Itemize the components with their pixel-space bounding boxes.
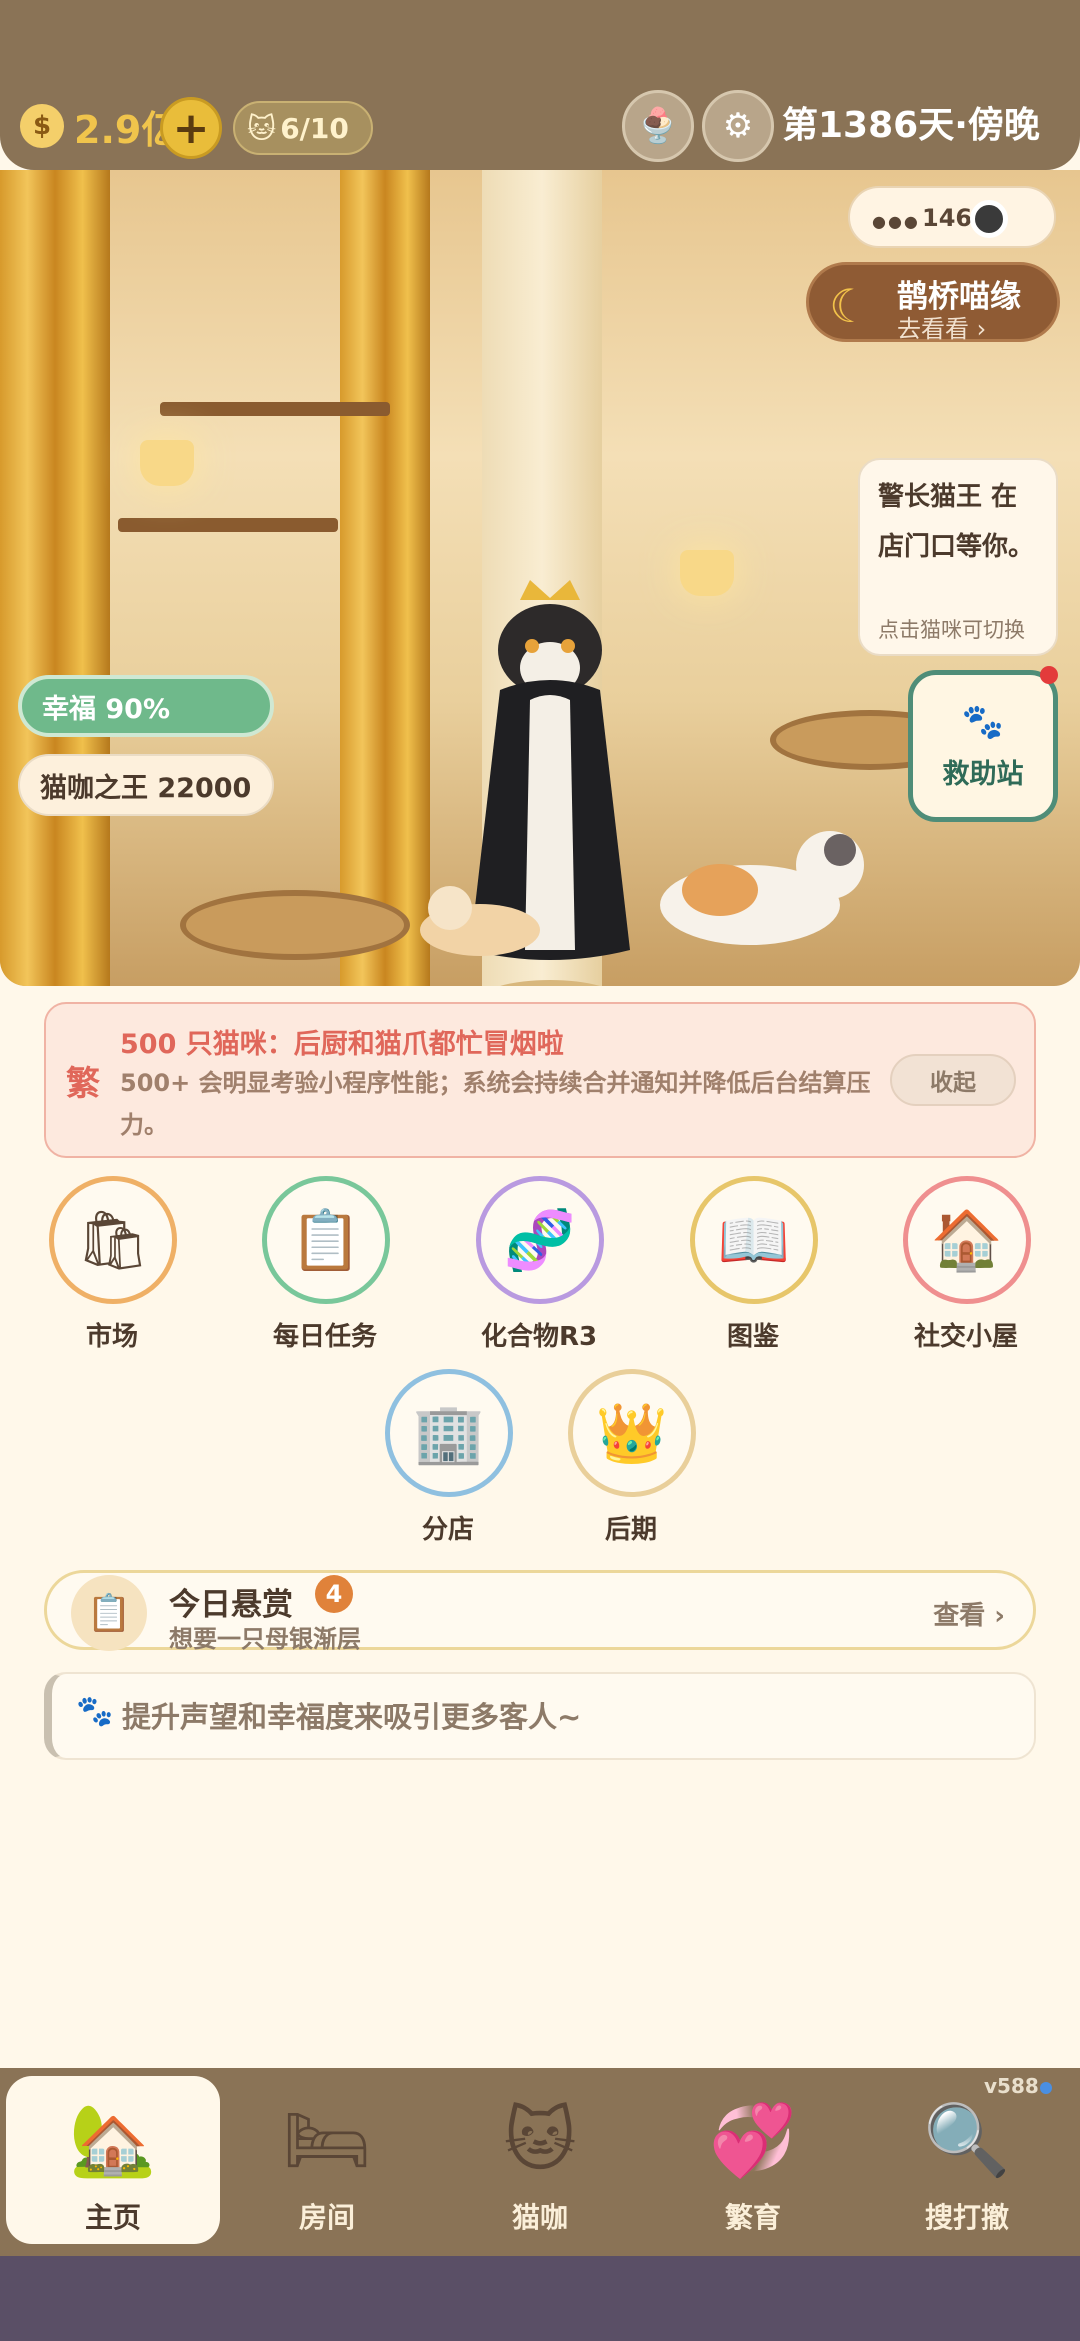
speech-bubble[interactable]: 警长猫王 在店门口等你。 点击猫咪可切换 (858, 458, 1058, 656)
bounty-request: 想要一只母银渐层 (169, 1625, 361, 1653)
feature-label: 分店 (421, 1515, 474, 1545)
cat-face-icon: 🐱 (247, 111, 277, 145)
building-icon: 🏢 (385, 1369, 513, 1497)
tab-breeding[interactable]: 💞 繁育 (646, 2076, 860, 2244)
curtain-tie (340, 170, 430, 986)
breeding-icon: 💞 (709, 2098, 797, 2181)
rescue-station-button[interactable]: 🐾 救助站 (908, 670, 1058, 822)
moon-icon: ☾ (829, 279, 871, 333)
feature-label: 市场 (85, 1322, 138, 1352)
online-count-value: 146 (922, 204, 973, 232)
crown-icon: 👑 (568, 1369, 696, 1497)
notice-tag: 繁 (66, 1064, 100, 1104)
magnifier-icon: 🔍 (923, 2098, 1011, 2181)
daily-bounty[interactable]: 📋 今日悬赏 4 想要一只母银渐层 查看 › (44, 1570, 1036, 1653)
house-icon: 🏠 (903, 1176, 1031, 1304)
bounty-title: 今日悬赏 (169, 1587, 293, 1623)
feature-label: 化合物R3 (480, 1322, 598, 1352)
feature-compound-r3[interactable]: 🧬 化合物R3 (432, 1176, 646, 1366)
crown-icon (520, 580, 580, 600)
system-bar (0, 2256, 1080, 2341)
drink-button[interactable]: 🍨 (622, 90, 694, 162)
feature-catalog[interactable]: 📖 图鉴 (646, 1176, 860, 1366)
cat-count-value: 6/10 (280, 111, 349, 145)
coin-balance: $ 2.9亿 (20, 98, 179, 154)
left-curtain (0, 170, 110, 986)
cat-cup-icon: 🐱 (503, 2099, 577, 2181)
money-bag-icon: $ (20, 104, 64, 148)
tab-search-raid[interactable]: 🔍 搜打撤 (860, 2076, 1074, 2244)
round-table (180, 890, 410, 960)
rescue-station-label: 救助站 (942, 758, 1024, 790)
tab-cat-cafe[interactable]: 🐱 猫咖 (433, 2076, 647, 2244)
feature-market[interactable]: 🛍 市场 (5, 1176, 219, 1366)
tip-text: 提升声望和幸福度来吸引更多客人~ (122, 1700, 582, 1734)
notification-dot (1040, 666, 1058, 684)
tab-label: 搜打撤 (924, 2201, 1009, 2234)
wall-shelf (160, 402, 390, 416)
feature-branch[interactable]: 🏢 分店 (341, 1369, 555, 1559)
home-icon: 🏡 (69, 2098, 157, 2181)
tab-home[interactable]: 🏡 主页 (6, 2076, 220, 2244)
day-time-label: 第1386天·傍晚 (782, 105, 1040, 146)
book-icon: 📖 (690, 1176, 818, 1304)
feature-label: 图鉴 (726, 1322, 779, 1352)
notice-title: 500 只猫咪：后厨和猫爪都忙冒烟啦 (120, 1029, 564, 1060)
bounty-count-badge: 4 (315, 1575, 353, 1613)
drink-icon: 🍨 (636, 106, 680, 146)
tab-label: 房间 (298, 2201, 355, 2234)
paw-icon: 🐾 (76, 1694, 114, 1729)
cat-capacity[interactable]: 🐱 6/10 (233, 101, 373, 155)
table-lamp (680, 550, 734, 596)
tab-label: 主页 (84, 2201, 141, 2234)
capsule-close-icon[interactable] (970, 200, 1008, 238)
collapse-button[interactable]: 收起 (890, 1054, 1016, 1106)
notice-body: 500+ 会明显考验小程序性能；系统会持续合并通知并降低后台结算压力。 (120, 1069, 871, 1139)
paw-icon: 🐾 (961, 701, 1005, 742)
busy-notice: 繁 500 只猫咪：后厨和猫爪都忙冒烟啦 500+ 会明显考验小程序性能；系统会… (44, 1002, 1036, 1158)
wall-shelf (118, 518, 338, 532)
room-icon: 🛏 (282, 2098, 372, 2181)
bubble-text: 警长猫王 在店门口等你。 (878, 482, 1035, 562)
settings-button[interactable]: ⚙ (702, 90, 774, 162)
online-count[interactable]: ●●● 146 (848, 186, 1056, 248)
dna-icon: 🧬 (476, 1176, 604, 1304)
happiness-badge: 幸福 90% (18, 675, 274, 737)
clipboard-icon: 📋 (71, 1575, 147, 1651)
add-coin-button[interactable]: + (160, 97, 222, 159)
feature-social-house[interactable]: 🏠 社交小屋 (859, 1176, 1073, 1366)
more-dots-icon: ●●● (872, 212, 920, 231)
event-link: 去看看 › (897, 315, 987, 343)
tip-banner: 🐾 提升声望和幸福度来吸引更多客人~ (44, 1672, 1036, 1760)
tab-label: 繁育 (724, 2201, 781, 2234)
sleeping-kitten[interactable] (410, 870, 550, 960)
bounty-view-link[interactable]: 查看 › (933, 1595, 1005, 1632)
event-button[interactable]: ☾ 鹊桥喵缘 去看看 › (806, 262, 1060, 343)
shopping-bag-icon: 🛍 (49, 1176, 177, 1304)
feature-label: 社交小屋 (913, 1322, 1018, 1352)
wall-lamp (140, 440, 194, 486)
tab-room[interactable]: 🛏 房间 (220, 2076, 434, 2244)
clipboard-icon: 📋 (262, 1176, 390, 1304)
calico-cat[interactable] (640, 810, 880, 960)
fame-badge: 猫咖之王 22000 (18, 754, 274, 816)
bubble-hint: 点击猫咪可切换 (878, 618, 1025, 642)
feature-daily-tasks[interactable]: 📋 每日任务 (218, 1176, 432, 1366)
feature-late-game[interactable]: 👑 后期 (524, 1369, 738, 1559)
gear-icon: ⚙ (722, 106, 754, 146)
feature-label: 每日任务 (272, 1322, 377, 1352)
tab-label: 猫咖 (511, 2201, 568, 2234)
feature-label: 后期 (604, 1515, 657, 1545)
